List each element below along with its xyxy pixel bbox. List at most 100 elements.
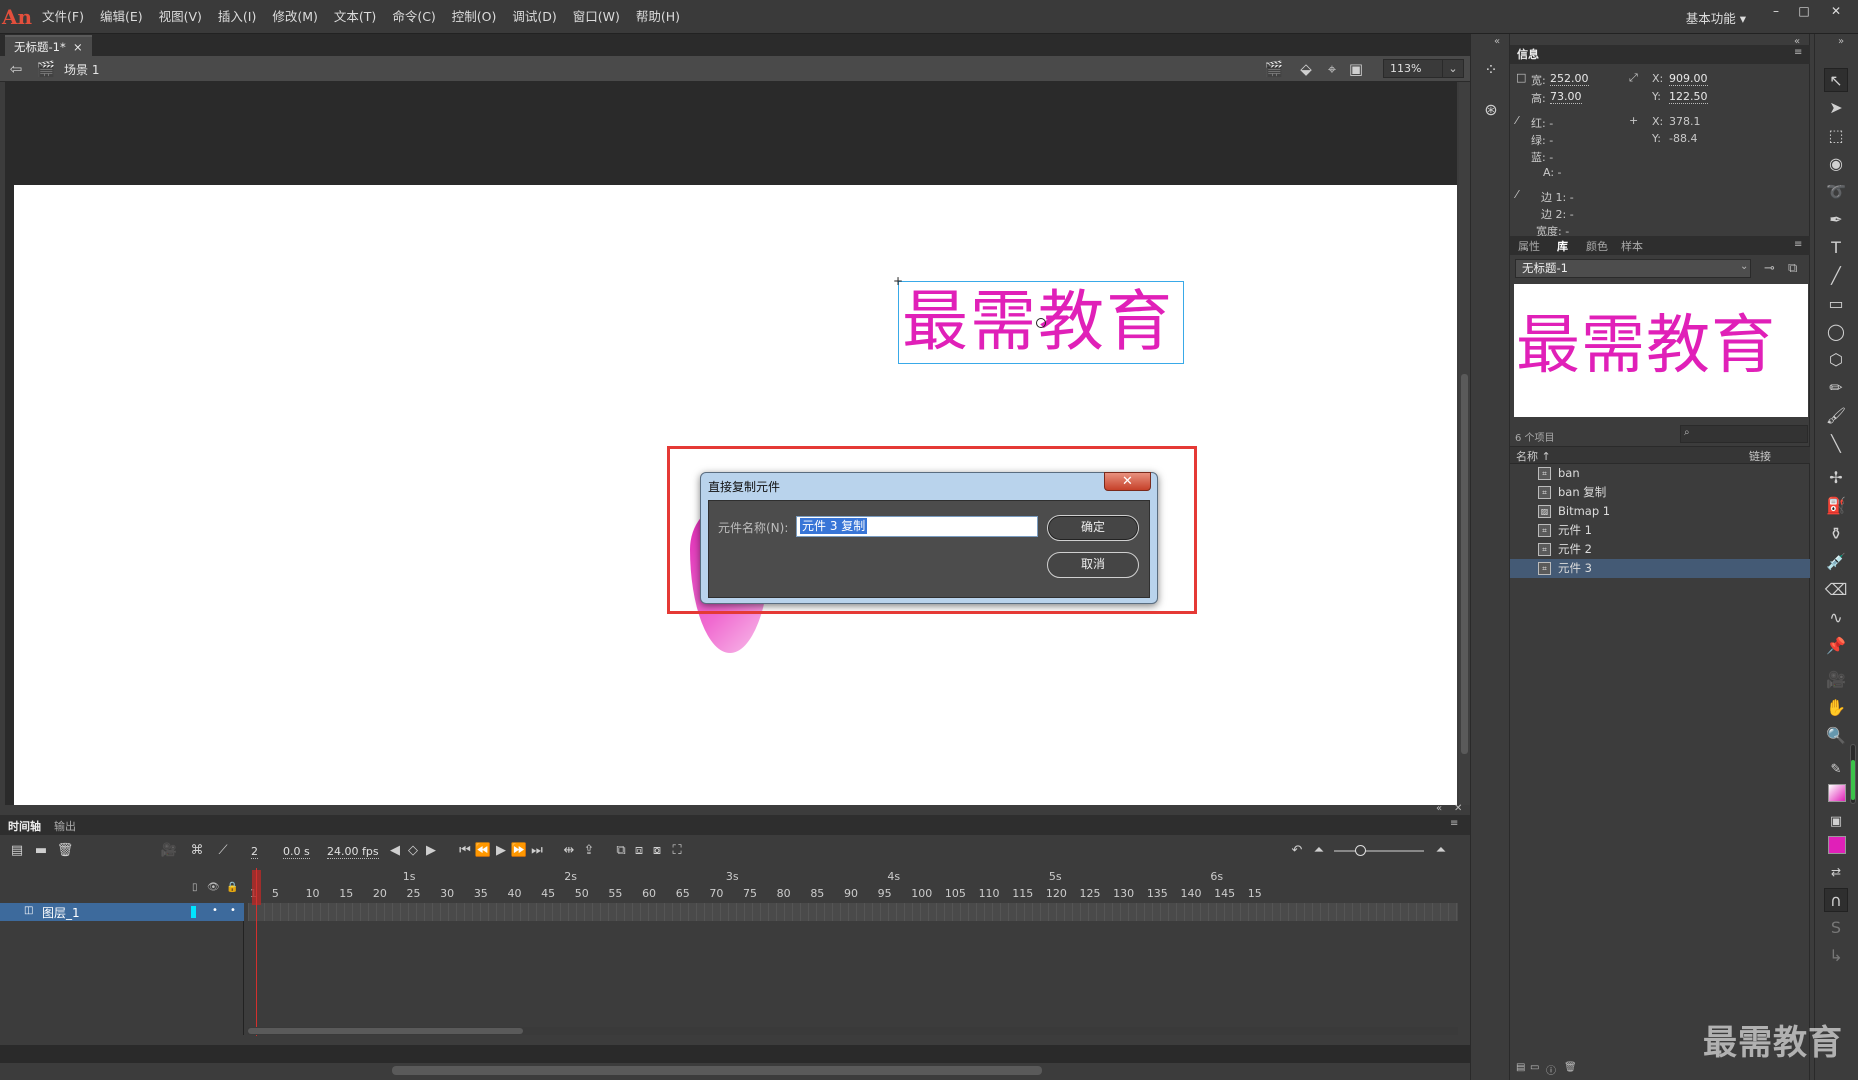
zoom-field[interactable]: 113% — [1383, 59, 1447, 78]
tab-output[interactable]: 输出 — [54, 818, 76, 834]
height-value[interactable]: 73.00 — [1550, 90, 1582, 104]
onion-skin-icon[interactable]: ⧉ — [612, 842, 630, 860]
play-icon[interactable]: ▶ — [492, 842, 510, 860]
fill-color-swatch[interactable] — [1828, 836, 1846, 854]
stroke-color-swatch[interactable] — [1828, 784, 1846, 802]
collapse-panel-icon[interactable]: « — [1436, 803, 1442, 814]
timeline-scroll-thumb[interactable] — [248, 1028, 523, 1034]
menu-window[interactable]: 窗口(W) — [565, 0, 628, 34]
zoom-tool-icon[interactable]: 🔍 — [1824, 724, 1848, 748]
collapse-panel-icon[interactable]: » — [1838, 36, 1844, 47]
column-name[interactable]: 名称 ↑ — [1516, 448, 1551, 464]
current-frame[interactable]: 2 — [251, 845, 258, 859]
last-frame-icon[interactable]: ⏭ — [528, 842, 546, 860]
first-frame-icon[interactable]: ⏮ — [456, 842, 474, 860]
delete-icon[interactable]: 🗑 — [1564, 1062, 1577, 1073]
loop-icon[interactable]: ⇹ — [560, 842, 578, 860]
layer-row[interactable] — [0, 903, 244, 921]
layer-name[interactable]: 图层_1 — [42, 904, 80, 921]
menu-text[interactable]: 文本(T) — [326, 0, 384, 34]
collapse-panel-icon[interactable]: « — [1494, 36, 1500, 47]
library-item[interactable]: ⌗ 元件 1 — [1510, 521, 1810, 540]
visibility-dot-icon[interactable]: • — [212, 905, 218, 916]
bone-tool-icon[interactable]: ✢ — [1824, 466, 1848, 490]
new-layer-icon[interactable]: ▤ — [8, 842, 26, 860]
paint-bucket-tool-icon[interactable]: ⛽ — [1824, 494, 1848, 518]
zoom-dropdown-icon[interactable]: ⌄ — [1442, 59, 1464, 78]
elapsed-time[interactable]: 0.0 s — [283, 845, 310, 859]
scene-label[interactable]: 场景 1 — [64, 61, 99, 78]
info-tab[interactable]: 信息 — [1517, 46, 1539, 62]
onion-outline-icon[interactable]: ⧈ — [630, 842, 648, 860]
layer-depth-icon[interactable]: ⌘ — [188, 842, 206, 860]
free-transform-tool-icon[interactable]: ⬚ — [1824, 124, 1848, 148]
edit-scene-icon[interactable]: 🎬 — [1264, 59, 1284, 79]
step-back-icon[interactable]: ⏪ — [474, 842, 492, 860]
pen-tool-icon[interactable]: ✒ — [1824, 208, 1848, 232]
stage-horizontal-scroll-thumb[interactable] — [392, 1066, 1042, 1075]
selection-tool-icon[interactable]: ↖ — [1824, 68, 1848, 92]
new-folder-icon[interactable]: ▬ — [32, 842, 50, 860]
menu-edit[interactable]: 编辑(E) — [92, 0, 151, 34]
tab-swatches[interactable]: 样本 — [1621, 238, 1643, 254]
frame-size-slider[interactable] — [1334, 850, 1424, 852]
menu-help[interactable]: 帮助(H) — [628, 0, 688, 34]
undo-icon[interactable]: ↶ — [1288, 842, 1306, 860]
lock-icon[interactable]: 🔒 — [226, 882, 238, 893]
new-library-icon[interactable]: ⧉ — [1788, 261, 1797, 276]
edit-symbol-icon[interactable]: ⬙ — [1296, 59, 1316, 79]
3d-rotation-tool-icon[interactable]: ◉ — [1824, 152, 1848, 176]
fill-icon[interactable]: ▣ — [1824, 810, 1848, 834]
motion-presets-icon[interactable]: ⁘ — [1479, 58, 1503, 82]
camera-icon[interactable]: 🎥 — [160, 842, 178, 860]
swap-colors-icon[interactable]: ⇄ — [1824, 860, 1848, 884]
chevron-down-icon[interactable]: ⌄ — [1740, 261, 1748, 272]
paint-brush-tool-icon[interactable]: 🖌 — [1824, 404, 1848, 428]
edit-multiple-frames-icon[interactable]: ⧇ — [648, 842, 666, 860]
library-item[interactable]: ▨ Bitmap 1 — [1510, 502, 1810, 521]
menu-commands[interactable]: 命令(C) — [384, 0, 443, 34]
maximize-button[interactable]: □ — [1790, 2, 1818, 20]
camera-tool-icon[interactable]: 🎥 — [1824, 668, 1848, 692]
tab-color[interactable]: 颜色 — [1586, 238, 1608, 254]
tab-timeline[interactable]: 时间轴 — [8, 818, 41, 834]
hand-tool-icon[interactable]: ✋ — [1824, 696, 1848, 720]
frame-size-slider-thumb[interactable] — [1355, 845, 1366, 856]
oval-tool-icon[interactable]: ◯ — [1824, 320, 1848, 344]
panel-menu-icon[interactable]: ≡ — [1794, 47, 1802, 58]
tools-scroll-thumb[interactable] — [1851, 760, 1855, 800]
library-item[interactable]: ⌗ ban 复制 — [1510, 483, 1810, 502]
polystar-tool-icon[interactable]: ⬡ — [1824, 348, 1848, 372]
library-item-selected[interactable]: ⌗ 元件 3 — [1510, 559, 1810, 578]
x-value[interactable]: 909.00 — [1669, 72, 1708, 86]
clip-content-icon[interactable]: ▣ — [1346, 59, 1366, 79]
smooth-icon[interactable]: S — [1824, 916, 1848, 940]
next-keyframe-icon[interactable]: ▶ — [422, 842, 440, 860]
subselection-tool-icon[interactable]: ➤ — [1824, 96, 1848, 120]
eyedropper-tool-icon[interactable]: 💉 — [1824, 550, 1848, 574]
tab-library[interactable]: 库 — [1557, 238, 1568, 254]
menu-modify[interactable]: 修改(M) — [264, 0, 326, 34]
zoom-in-frames-icon[interactable]: ⏶ — [1432, 842, 1450, 860]
minimize-button[interactable]: – — [1762, 2, 1790, 20]
library-search-input[interactable] — [1680, 425, 1808, 443]
back-arrow-icon[interactable]: ⇦ — [6, 59, 26, 79]
menu-file[interactable]: 文件(F) — [34, 0, 92, 34]
brush-tool-icon[interactable]: ╲ — [1824, 432, 1848, 456]
keyframe-icon[interactable]: ◇ — [404, 842, 422, 860]
workspace-switcher[interactable]: 基本功能 ▾ — [1686, 8, 1746, 27]
cc-libraries-icon[interactable]: ⊛ — [1479, 98, 1503, 122]
lock-dot-icon[interactable]: • — [230, 905, 236, 916]
eraser-tool-icon[interactable]: ⌫ — [1824, 578, 1848, 602]
panel-menu-icon[interactable]: ≡ — [1450, 818, 1458, 829]
modify-onion-markers-icon[interactable]: ⛶ — [668, 842, 686, 860]
straighten-icon[interactable]: ↳ — [1824, 944, 1848, 968]
library-item[interactable]: ⌗ 元件 2 — [1510, 540, 1810, 559]
ink-bottle-tool-icon[interactable]: ⚱ — [1824, 522, 1848, 546]
frame-row[interactable] — [248, 903, 1458, 921]
new-folder-icon[interactable]: ▭ — [1530, 1062, 1539, 1073]
tab-properties[interactable]: 属性 — [1518, 238, 1540, 254]
close-window-button[interactable]: ✕ — [1822, 2, 1850, 20]
stage-vertical-scroll-thumb[interactable] — [1461, 374, 1468, 754]
snap-to-objects-icon[interactable]: ∩ — [1824, 888, 1848, 912]
